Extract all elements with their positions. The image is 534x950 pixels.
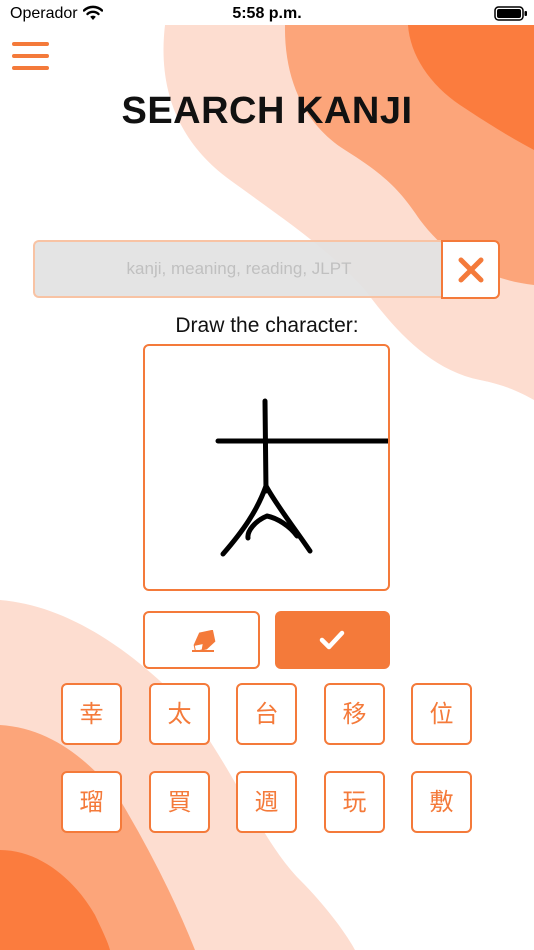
clock: 5:58 p.m. (232, 5, 302, 22)
kanji-candidate-button[interactable]: 買 (149, 771, 210, 833)
page-title: SEARCH KANJI (121, 90, 413, 132)
drawing-canvas[interactable] (143, 344, 390, 591)
kanji-candidate-button[interactable]: 瑠 (61, 771, 122, 833)
kanji-candidate-button[interactable]: 移 (324, 683, 385, 745)
kanji-candidate-button[interactable]: 週 (236, 771, 297, 833)
draw-instruction-label: Draw the character: (175, 314, 359, 337)
close-icon (458, 257, 484, 283)
eraser-icon (192, 630, 216, 652)
search-field (33, 240, 443, 298)
handwritten-strokes (215, 398, 388, 557)
battery-icon (494, 6, 527, 21)
kanji-candidate-button[interactable]: 敷 (411, 771, 472, 833)
status-bar: Operador 5:58 p.m. (0, 0, 534, 28)
kanji-candidate-button[interactable]: 台 (236, 683, 297, 745)
search-input[interactable] (35, 242, 443, 296)
checkmark-icon (319, 630, 345, 650)
erase-button[interactable] (143, 611, 260, 669)
clear-search-button[interactable] (441, 240, 500, 299)
kanji-candidate-button[interactable]: 位 (411, 683, 472, 745)
stroke-vertical (262, 398, 269, 494)
kanji-candidate-button[interactable]: 幸 (61, 683, 122, 745)
confirm-button[interactable] (275, 611, 390, 669)
hamburger-menu-icon[interactable] (12, 40, 50, 74)
kanji-candidate-button[interactable]: 太 (149, 683, 210, 745)
kanji-candidate-button[interactable]: 玩 (324, 771, 385, 833)
